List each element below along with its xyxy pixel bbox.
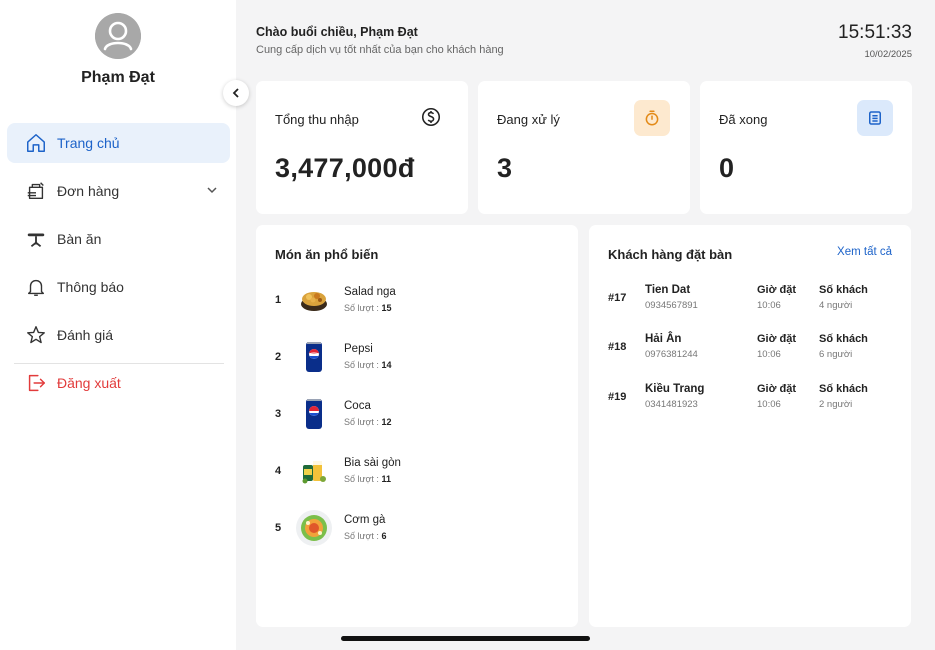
stat-value: 3 bbox=[497, 153, 513, 183]
dish-name: Salad nga bbox=[344, 286, 396, 298]
sidebar: Phạm Đạt Trang chủ Đơn hàng Bàn ăn Thông… bbox=[0, 0, 236, 650]
customer-name: Kiều Trang bbox=[645, 383, 705, 395]
stat-title: Đang xử lý bbox=[497, 112, 560, 127]
stat-value: 3,477,000đ bbox=[275, 153, 415, 183]
customer-name: Tien Dat bbox=[645, 284, 691, 296]
booking-id: #19 bbox=[608, 391, 627, 403]
timer-icon bbox=[634, 100, 670, 136]
bookings-panel: Khách hàng đặt bàn Xem tất cả #17 Tien D… bbox=[589, 225, 911, 627]
pepsi-can-icon bbox=[294, 337, 334, 377]
user-name: Phạm Đạt bbox=[81, 69, 155, 86]
chevron-down-icon[interactable] bbox=[205, 183, 219, 200]
list-item[interactable]: #17 Tien Dat 0934567891 Giờ đặt 10:06 Số… bbox=[589, 284, 909, 324]
popular-dishes-panel: Món ăn phổ biến 1 Salad nga Số lượt : 15… bbox=[256, 225, 578, 627]
logout-button[interactable]: Đăng xuất bbox=[7, 363, 230, 403]
guests-count: 2 người bbox=[819, 399, 853, 410]
guests-label: Số khách bbox=[819, 333, 868, 345]
stat-title: Đã xong bbox=[719, 112, 768, 127]
see-all-link[interactable]: Xem tất cả bbox=[837, 246, 892, 258]
sidebar-item-label: Bàn ăn bbox=[57, 231, 102, 247]
stat-title: Tổng thu nhập bbox=[275, 112, 359, 127]
booking-time: 10:06 bbox=[757, 399, 781, 410]
dish-count: Số lượt : 15 bbox=[344, 303, 392, 313]
greeting: Chào buổi chiều, Phạm Đạt bbox=[256, 25, 418, 39]
sidebar-item-label: Đơn hàng bbox=[57, 183, 120, 199]
booking-id: #18 bbox=[608, 341, 627, 353]
clock: 15:51:33 bbox=[838, 22, 912, 43]
stat-card-processing: Đang xử lý 3 bbox=[478, 81, 690, 214]
booking-time: 10:06 bbox=[757, 300, 781, 311]
sidebar-item-notifications[interactable]: Thông báo bbox=[7, 267, 230, 307]
date: 10/02/2025 bbox=[864, 49, 912, 60]
popular-dishes-title: Món ăn phổ biến bbox=[275, 247, 379, 262]
dish-count: Số lượt : 11 bbox=[344, 474, 391, 484]
list-item[interactable]: 5 Cơm gà Số lượt : 6 bbox=[256, 506, 576, 550]
rice-plate-icon bbox=[294, 508, 334, 548]
customer-phone: 0976381244 bbox=[645, 349, 698, 360]
dollar-icon bbox=[418, 104, 444, 130]
guests-count: 6 người bbox=[819, 349, 853, 360]
guests-label: Số khách bbox=[819, 383, 868, 395]
dish-count: Số lượt : 6 bbox=[344, 531, 387, 541]
stat-card-income: Tổng thu nhập 3,477,000đ bbox=[256, 81, 468, 214]
list-item[interactable]: #18 Hải Ân 0976381244 Giờ đặt 10:06 Số k… bbox=[589, 333, 909, 373]
booking-time-label: Giờ đặt bbox=[757, 284, 796, 296]
sidebar-item-orders[interactable]: Đơn hàng bbox=[7, 171, 230, 211]
dish-count: Số lượt : 12 bbox=[344, 417, 392, 427]
list-icon bbox=[857, 100, 893, 136]
list-item[interactable]: 3 Coca Số lượt : 12 bbox=[256, 392, 576, 436]
star-icon bbox=[24, 323, 48, 347]
dish-name: Coca bbox=[344, 400, 371, 412]
customer-phone: 0934567891 bbox=[645, 300, 698, 311]
guests-count: 4 người bbox=[819, 300, 853, 311]
dish-name: Bia sài gòn bbox=[344, 457, 401, 469]
booking-time: 10:06 bbox=[757, 349, 781, 360]
dish-rank: 4 bbox=[275, 465, 282, 477]
stat-card-done: Đã xong 0 bbox=[700, 81, 912, 214]
order-icon bbox=[24, 179, 48, 203]
logout-label: Đăng xuất bbox=[57, 375, 121, 391]
list-item[interactable]: 4 Bia sài gòn Số lượt : 11 bbox=[256, 449, 576, 493]
home-indicator bbox=[341, 636, 590, 641]
sidebar-item-label: Trang chủ bbox=[57, 135, 120, 151]
customer-name: Hải Ân bbox=[645, 333, 682, 345]
stat-value: 0 bbox=[719, 153, 735, 183]
booking-time-label: Giờ đặt bbox=[757, 383, 796, 395]
customer-phone: 0341481923 bbox=[645, 399, 698, 410]
dish-count: Số lượt : 14 bbox=[344, 360, 392, 370]
sidebar-item-reviews[interactable]: Đánh giá bbox=[7, 315, 230, 355]
collapse-sidebar-button[interactable] bbox=[223, 80, 249, 106]
booking-time-label: Giờ đặt bbox=[757, 333, 796, 345]
salad-bowl-icon bbox=[294, 280, 334, 320]
booking-id: #17 bbox=[608, 292, 627, 304]
bell-icon bbox=[24, 275, 48, 299]
greeting-subtitle: Cung cấp dịch vụ tốt nhất của bạn cho kh… bbox=[256, 44, 504, 56]
dish-rank: 5 bbox=[275, 522, 282, 534]
list-item[interactable]: 2 Pepsi Số lượt : 14 bbox=[256, 335, 576, 379]
guests-label: Số khách bbox=[819, 284, 868, 296]
sidebar-item-tables[interactable]: Bàn ăn bbox=[7, 219, 230, 259]
dish-name: Pepsi bbox=[344, 343, 373, 355]
sidebar-item-label: Thông báo bbox=[57, 279, 124, 295]
logout-icon bbox=[24, 371, 48, 395]
list-item[interactable]: 1 Salad nga Số lượt : 15 bbox=[256, 278, 576, 322]
sidebar-item-label: Đánh giá bbox=[57, 327, 114, 343]
sidebar-item-home[interactable]: Trang chủ bbox=[7, 123, 230, 163]
soda-can-icon bbox=[294, 394, 334, 434]
avatar[interactable] bbox=[95, 13, 141, 59]
dish-name: Cơm gà bbox=[344, 514, 386, 526]
chevron-left-icon bbox=[232, 88, 239, 98]
list-item[interactable]: #19 Kiều Trang 0341481923 Giờ đặt 10:06 … bbox=[589, 383, 909, 423]
dish-rank: 2 bbox=[275, 351, 282, 363]
beer-icon bbox=[294, 451, 334, 491]
dish-rank: 1 bbox=[275, 294, 282, 306]
bookings-title: Khách hàng đặt bàn bbox=[608, 247, 733, 262]
dish-rank: 3 bbox=[275, 408, 282, 420]
table-icon bbox=[24, 227, 48, 251]
home-icon bbox=[24, 131, 48, 155]
